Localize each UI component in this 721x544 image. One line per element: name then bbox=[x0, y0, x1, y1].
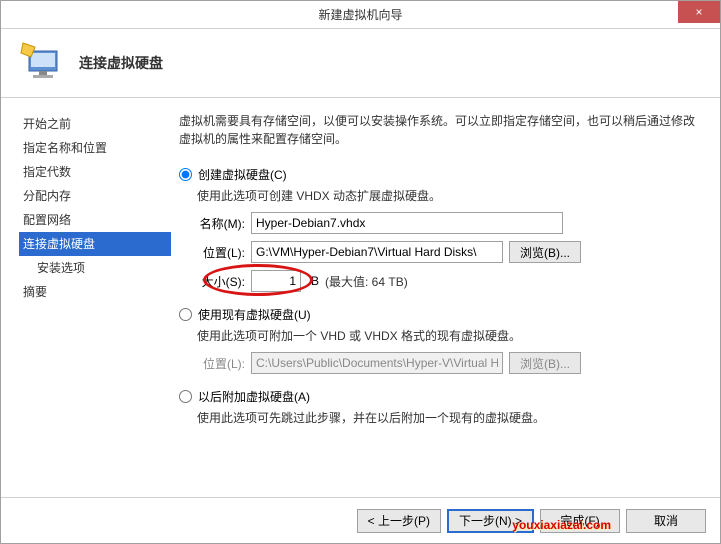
finish-button[interactable]: 完成(F) bbox=[540, 509, 620, 533]
later-desc: 使用此选项可先跳过此步骤，并在以后附加一个现有的虚拟硬盘。 bbox=[197, 409, 702, 426]
size-max: (最大值: 64 TB) bbox=[325, 273, 408, 290]
size-input[interactable] bbox=[251, 270, 301, 292]
sidebar-item-install[interactable]: 安装选项 bbox=[19, 256, 171, 280]
wizard-footer: < 上一步(P) 下一步(N) > 完成(F) 取消 bbox=[1, 497, 720, 543]
prev-button[interactable]: < 上一步(P) bbox=[357, 509, 441, 533]
radio-later-label: 以后附加虚拟硬盘(A) bbox=[198, 388, 310, 405]
existing-browse-button: 浏览(B)... bbox=[509, 352, 581, 374]
existing-location-label: 位置(L): bbox=[197, 355, 251, 372]
existing-location-input bbox=[251, 352, 503, 374]
close-button[interactable]: × bbox=[678, 1, 720, 23]
option-create: 创建虚拟硬盘(C) 使用此选项可创建 VHDX 动态扩展虚拟硬盘。 名称(M):… bbox=[179, 166, 702, 292]
location-label: 位置(L): bbox=[197, 244, 251, 261]
location-input[interactable] bbox=[251, 241, 503, 263]
wizard-window: 新建虚拟机向导 × 连接虚拟硬盘 开始之前 指定名称和位置 指定代数 分配内存 … bbox=[0, 0, 721, 544]
wizard-icon bbox=[19, 39, 67, 87]
radio-existing[interactable] bbox=[179, 308, 192, 321]
name-label: 名称(M): bbox=[197, 215, 251, 232]
sidebar-item-vhd[interactable]: 连接虚拟硬盘 bbox=[19, 232, 171, 256]
create-desc: 使用此选项可创建 VHDX 动态扩展虚拟硬盘。 bbox=[197, 187, 702, 204]
sidebar-item-network[interactable]: 配置网络 bbox=[19, 208, 171, 232]
radio-existing-label: 使用现有虚拟硬盘(U) bbox=[198, 306, 311, 323]
existing-desc: 使用此选项可附加一个 VHD 或 VHDX 格式的现有虚拟硬盘。 bbox=[197, 327, 702, 344]
next-button[interactable]: 下一步(N) > bbox=[447, 509, 534, 533]
browse-button[interactable]: 浏览(B)... bbox=[509, 241, 581, 263]
window-title: 新建虚拟机向导 bbox=[318, 6, 402, 23]
wizard-header: 连接虚拟硬盘 bbox=[1, 29, 720, 98]
titlebar: 新建虚拟机向导 × bbox=[1, 1, 720, 29]
sidebar-item-generation[interactable]: 指定代数 bbox=[19, 160, 171, 184]
intro-text: 虚拟机需要具有存储空间，以便可以安装操作系统。可以立即指定存储空间，也可以稍后通… bbox=[179, 112, 702, 148]
size-label: 大小(S): bbox=[197, 273, 251, 290]
close-icon: × bbox=[695, 5, 702, 19]
radio-later[interactable] bbox=[179, 390, 192, 403]
sidebar-item-memory[interactable]: 分配内存 bbox=[19, 184, 171, 208]
option-existing: 使用现有虚拟硬盘(U) 使用此选项可附加一个 VHD 或 VHDX 格式的现有虚… bbox=[179, 306, 702, 374]
sidebar-item-name-location[interactable]: 指定名称和位置 bbox=[19, 136, 171, 160]
name-input[interactable] bbox=[251, 212, 563, 234]
size-unit: B bbox=[311, 274, 319, 288]
content-area: 开始之前 指定名称和位置 指定代数 分配内存 配置网络 连接虚拟硬盘 安装选项 … bbox=[1, 98, 720, 497]
sidebar-item-summary[interactable]: 摘要 bbox=[19, 280, 171, 304]
option-later: 以后附加虚拟硬盘(A) 使用此选项可先跳过此步骤，并在以后附加一个现有的虚拟硬盘… bbox=[179, 388, 702, 426]
page-title: 连接虚拟硬盘 bbox=[79, 53, 163, 73]
main-panel: 虚拟机需要具有存储空间，以便可以安装操作系统。可以立即指定存储空间，也可以稍后通… bbox=[171, 98, 720, 497]
wizard-sidebar: 开始之前 指定名称和位置 指定代数 分配内存 配置网络 连接虚拟硬盘 安装选项 … bbox=[1, 98, 171, 497]
radio-create[interactable] bbox=[179, 168, 192, 181]
cancel-button[interactable]: 取消 bbox=[626, 509, 706, 533]
sidebar-item-before-start[interactable]: 开始之前 bbox=[19, 112, 171, 136]
radio-create-label: 创建虚拟硬盘(C) bbox=[198, 166, 287, 183]
